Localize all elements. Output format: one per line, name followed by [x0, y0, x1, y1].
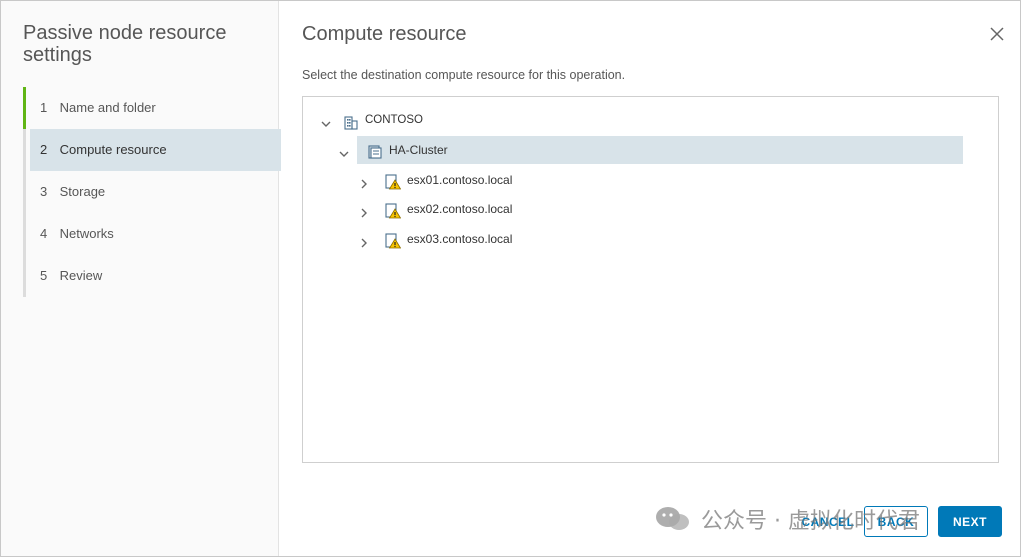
datacenter-icon: [343, 112, 359, 130]
chevron-right-icon[interactable]: [357, 202, 371, 218]
tree-node-host[interactable]: esx02.contoso.local: [357, 195, 512, 223]
step-name-and-folder[interactable]: 1 Name and folder: [23, 87, 281, 129]
page-title: Compute resource: [302, 23, 467, 45]
tree-node-datacenter[interactable]: CONTOSO: [319, 106, 423, 134]
step-label: Compute resource: [59, 142, 167, 157]
chevron-right-icon[interactable]: [357, 232, 371, 248]
step-compute-resource[interactable]: 2 Compute resource: [30, 129, 281, 171]
compute-resource-tree: CONTOSO HA-Cluster esx01.contoso.local e…: [302, 96, 999, 463]
step-storage[interactable]: 3 Storage: [26, 171, 281, 213]
wizard-sidebar: Passive node resource settings 1 Name an…: [1, 1, 281, 556]
tree-node-label: esx03.contoso.local: [407, 232, 513, 246]
step-number: 4: [40, 226, 48, 241]
cancel-button[interactable]: CANCEL: [792, 506, 864, 537]
tree-node-label: HA-Cluster: [389, 143, 448, 157]
wechat-icon: [655, 505, 691, 533]
next-button[interactable]: NEXT: [938, 506, 1002, 537]
step-review[interactable]: 5 Review: [26, 255, 281, 297]
wizard-steps: 1 Name and folder 2 Compute resource 3 S…: [23, 87, 281, 297]
host-warning-icon: [385, 201, 402, 219]
step-number: 5: [40, 268, 48, 283]
chevron-down-icon[interactable]: [319, 113, 333, 127]
step-label: Name and folder: [59, 100, 156, 115]
tree-node-host[interactable]: esx03.contoso.local: [357, 225, 512, 253]
wizard-content: Compute resource Select the destination …: [279, 1, 1020, 556]
step-number: 2: [40, 142, 48, 157]
close-icon[interactable]: [988, 25, 1006, 43]
step-number: 3: [40, 184, 48, 199]
tree-node-label: CONTOSO: [365, 114, 423, 126]
wizard-dialog: Passive node resource settings 1 Name an…: [0, 0, 1021, 557]
step-number: 1: [40, 100, 48, 115]
tree-node-label: esx02.contoso.local: [407, 202, 513, 216]
step-networks[interactable]: 4 Networks: [26, 213, 281, 255]
step-label: Networks: [59, 226, 114, 241]
wizard-title: Passive node resource settings: [23, 22, 227, 66]
chevron-right-icon[interactable]: [357, 173, 371, 189]
chevron-down-icon[interactable]: [337, 143, 351, 157]
host-warning-icon: [385, 172, 402, 190]
tree-node-cluster[interactable]: HA-Cluster: [339, 136, 963, 164]
back-button[interactable]: BACK: [864, 506, 928, 537]
page-instructions: Select the destination compute resource …: [302, 68, 626, 82]
tree-node-host[interactable]: esx01.contoso.local: [357, 166, 512, 194]
host-warning-icon: [385, 231, 402, 249]
tree-node-label: esx01.contoso.local: [407, 173, 513, 187]
cluster-icon: [367, 142, 383, 159]
step-label: Review: [59, 268, 103, 283]
step-label: Storage: [59, 184, 106, 199]
